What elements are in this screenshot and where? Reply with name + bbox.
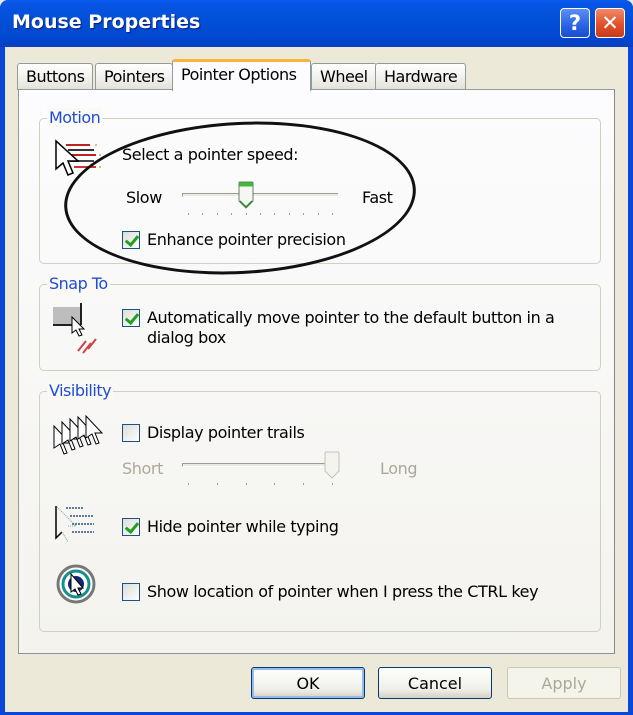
slider-tick	[332, 483, 333, 485]
close-icon: ✕	[601, 11, 619, 35]
enhance-precision-label[interactable]: Enhance pointer precision	[147, 230, 346, 249]
slider-tick	[245, 483, 247, 485]
auto-move-label-line1[interactable]: Automatically move pointer to the defaul…	[147, 308, 555, 327]
short-label: Short	[122, 459, 163, 478]
dialog-client-area: Buttons Pointers Pointer Options Wheel H…	[5, 47, 628, 712]
visibility-group: Visibility Display pointer trails Short …	[39, 381, 601, 632]
slider-tick	[216, 213, 218, 215]
pointer-location-label[interactable]: Show location of pointer when I press th…	[147, 582, 539, 601]
window-title: Mouse Properties	[12, 11, 201, 33]
snap-to-group: Snap To Automatically move pointer to th…	[39, 274, 601, 371]
snap-to-icon	[53, 303, 97, 354]
slider-tick	[332, 213, 333, 215]
slider-tick	[317, 213, 319, 215]
pointer-speed-icon	[55, 139, 101, 176]
slider-tick	[303, 213, 305, 215]
pointer-options-panel: Motion Select a pointer speed: Slow Fast…	[18, 89, 615, 654]
auto-move-label-line2[interactable]: dialog box	[147, 328, 226, 347]
slider-tick	[188, 483, 189, 485]
snap-to-group-label: Snap To	[47, 274, 110, 293]
apply-button[interactable]: Apply	[507, 667, 621, 699]
slider-tick	[216, 483, 218, 485]
pointer-trails-label[interactable]: Display pointer trails	[147, 423, 305, 442]
slow-label: Slow	[126, 188, 162, 207]
hide-pointer-checkbox[interactable]	[122, 518, 140, 536]
pointer-location-icon	[56, 564, 96, 604]
tab-wheel[interactable]: Wheel	[311, 63, 377, 90]
hide-pointer-label[interactable]: Hide pointer while typing	[147, 517, 339, 536]
speed-slider-thumb[interactable]	[238, 181, 254, 209]
slider-tick	[303, 483, 305, 485]
title-bar[interactable]: Mouse Properties ? ✕	[0, 0, 633, 47]
close-button[interactable]: ✕	[595, 8, 625, 38]
pointer-speed-slider[interactable]	[180, 179, 340, 219]
hide-pointer-icon	[55, 505, 94, 543]
slider-tick	[231, 213, 233, 215]
motion-group-label: Motion	[47, 108, 103, 127]
tab-buttons[interactable]: Buttons	[17, 63, 94, 90]
tab-hardware[interactable]: Hardware	[375, 63, 467, 90]
enhance-precision-checkbox[interactable]	[122, 231, 140, 249]
slider-tick	[274, 213, 276, 215]
speed-slider-track	[182, 193, 338, 197]
slider-tick	[260, 213, 261, 215]
pointer-trails-icon	[53, 414, 104, 455]
pointer-location-checkbox[interactable]	[122, 583, 140, 601]
slider-tick	[245, 213, 247, 215]
trail-slider-track	[182, 463, 338, 467]
slider-tick	[274, 483, 276, 485]
help-icon: ?	[568, 11, 582, 35]
visibility-group-label: Visibility	[47, 381, 114, 400]
ok-button[interactable]: OK	[251, 667, 365, 699]
slider-tick	[202, 213, 204, 215]
pointer-trails-checkbox[interactable]	[122, 424, 140, 442]
pointer-speed-prompt: Select a pointer speed:	[122, 145, 299, 164]
mouse-properties-window: Mouse Properties ? ✕ Buttons Pointers Po…	[0, 0, 633, 715]
trail-slider-thumb[interactable]	[324, 451, 340, 479]
tab-pointer-options[interactable]: Pointer Options	[172, 59, 311, 91]
help-button[interactable]: ?	[560, 8, 590, 38]
trail-length-slider[interactable]	[180, 449, 340, 489]
slider-tick	[288, 213, 290, 215]
motion-group: Motion Select a pointer speed: Slow Fast…	[39, 108, 601, 264]
auto-move-checkbox[interactable]	[122, 309, 140, 327]
slider-tick	[188, 213, 189, 215]
long-label: Long	[380, 459, 418, 478]
tab-pointers[interactable]: Pointers	[95, 63, 174, 90]
fast-label: Fast	[362, 188, 393, 207]
cancel-button[interactable]: Cancel	[378, 667, 492, 699]
